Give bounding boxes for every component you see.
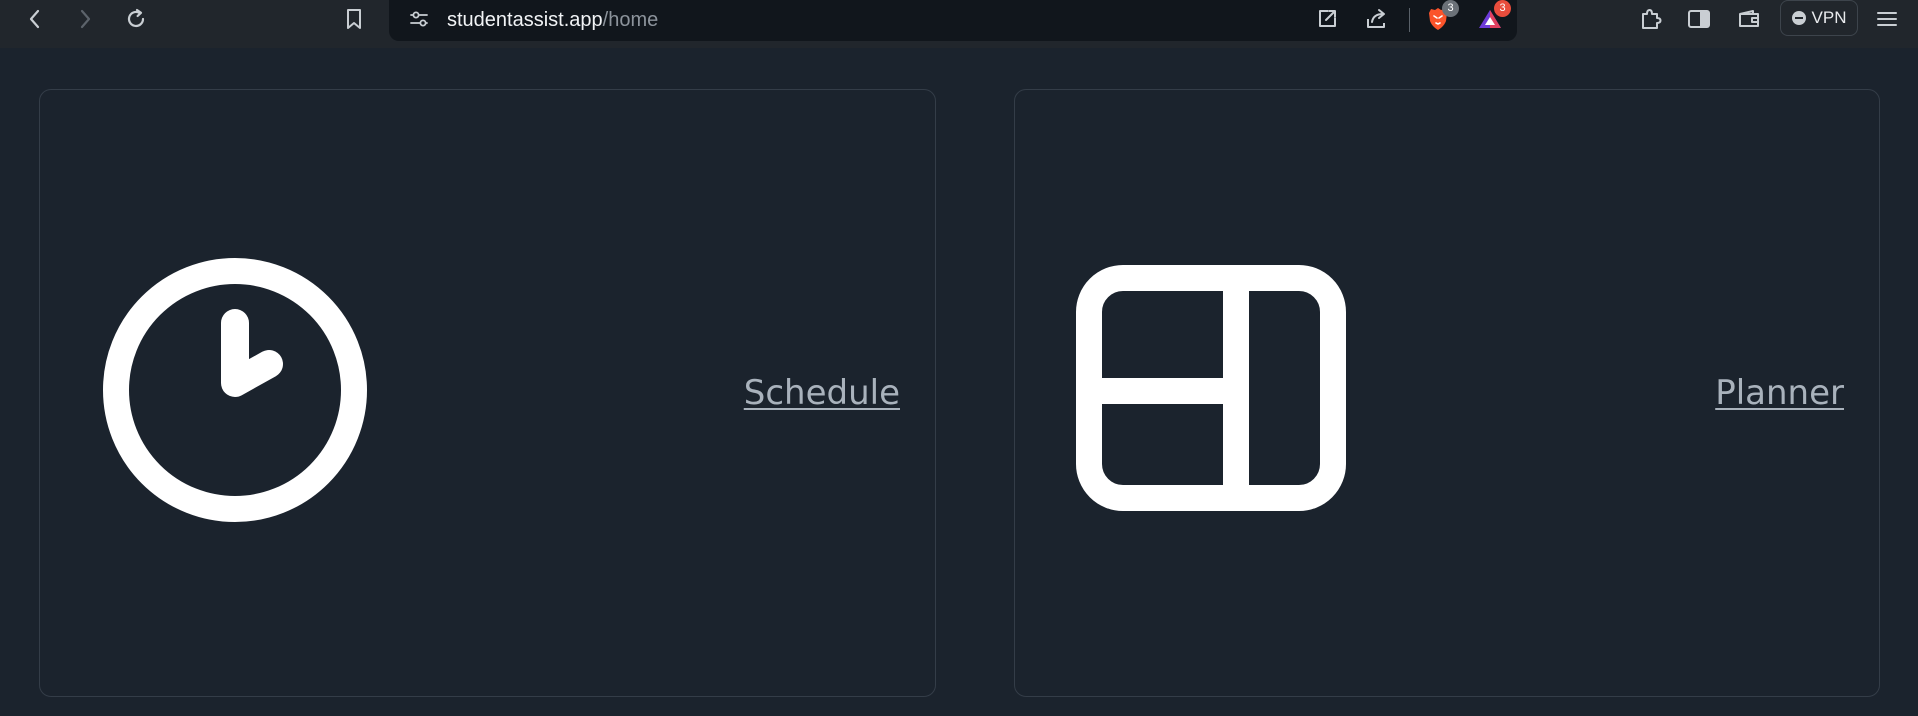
rewards-count-badge: 3 bbox=[1494, 0, 1511, 17]
wallet-icon bbox=[1736, 7, 1762, 31]
brave-shields-button[interactable]: 3 bbox=[1420, 0, 1459, 36]
schedule-card[interactable]: Schedule bbox=[39, 89, 936, 697]
chevron-left-icon bbox=[26, 8, 44, 30]
vpn-label: VPN bbox=[1811, 8, 1847, 27]
reload-icon bbox=[124, 7, 148, 31]
open-external-icon bbox=[1315, 7, 1339, 31]
hamburger-menu-icon bbox=[1875, 8, 1899, 30]
back-button[interactable] bbox=[17, 2, 53, 36]
forward-button[interactable] bbox=[67, 2, 103, 36]
url-text[interactable]: studentassist.app/home bbox=[447, 9, 658, 31]
puzzle-icon bbox=[1638, 6, 1664, 32]
shields-count-badge: 3 bbox=[1442, 0, 1459, 17]
address-bar-divider bbox=[1409, 8, 1410, 32]
sliders-icon bbox=[408, 8, 430, 30]
sidebar-icon bbox=[1686, 7, 1712, 31]
vpn-status-icon bbox=[1791, 11, 1806, 25]
chevron-right-icon bbox=[76, 8, 94, 30]
wallet-button[interactable] bbox=[1731, 2, 1767, 36]
share-icon bbox=[1364, 7, 1390, 31]
address-bar[interactable]: studentassist.app/home 3 3 bbox=[389, 0, 1517, 41]
reload-button[interactable] bbox=[118, 2, 154, 36]
vpn-button[interactable]: VPN bbox=[1780, 0, 1858, 36]
brave-rewards-button[interactable]: 3 bbox=[1472, 0, 1511, 36]
url-path: /home bbox=[602, 9, 659, 31]
bookmark-icon bbox=[344, 7, 364, 31]
planner-link[interactable]: Planner bbox=[1715, 373, 1844, 413]
sidebar-toggle-button[interactable] bbox=[1681, 2, 1717, 36]
clock-icon bbox=[100, 255, 370, 525]
browser-toolbar: studentassist.app/home 3 3 VPN bbox=[0, 0, 1918, 48]
schedule-link[interactable]: Schedule bbox=[744, 373, 900, 413]
bookmark-button[interactable] bbox=[336, 2, 372, 36]
open-external-button[interactable] bbox=[1309, 2, 1345, 36]
main-menu-button[interactable] bbox=[1869, 2, 1905, 36]
layout-panels-icon bbox=[1076, 265, 1346, 535]
extensions-button[interactable] bbox=[1633, 2, 1669, 36]
site-settings-button[interactable] bbox=[401, 2, 437, 36]
url-domain: studentassist.app bbox=[447, 9, 603, 31]
share-button[interactable] bbox=[1359, 2, 1395, 36]
planner-card[interactable]: Planner bbox=[1014, 89, 1880, 697]
